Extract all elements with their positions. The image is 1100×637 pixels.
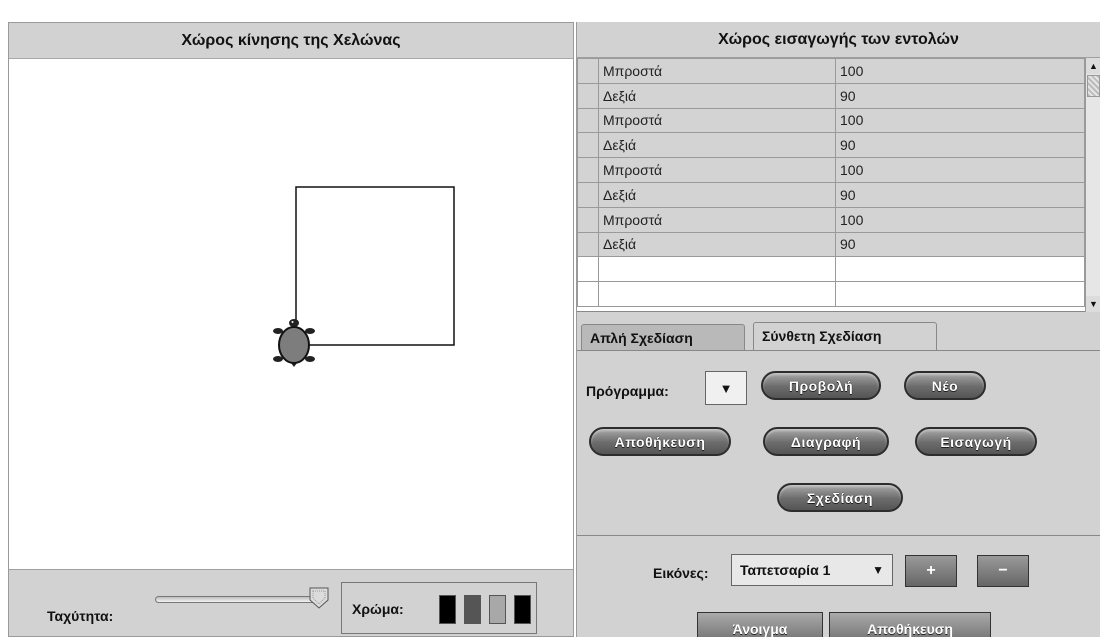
remove-image-button[interactable]: − xyxy=(977,555,1029,587)
turtle-icon xyxy=(273,319,315,367)
commands-title: Χώρος εισαγωγής των εντολών xyxy=(577,22,1100,58)
value-cell[interactable]: 90 xyxy=(835,231,1085,258)
table-row-empty[interactable] xyxy=(577,256,1085,283)
turtle-area-panel: Χώρος κίνησης της Χελώνας Ταχύτητα: Χρώμ… xyxy=(8,22,574,637)
images-select-value: Ταπετσαρία 1 xyxy=(740,562,831,578)
scroll-down-icon[interactable]: ▼ xyxy=(1086,296,1100,312)
table-row-empty[interactable] xyxy=(577,281,1085,307)
row-header[interactable] xyxy=(577,281,599,307)
row-header[interactable] xyxy=(577,181,599,208)
table-row[interactable]: Δεξιά 90 xyxy=(577,181,1085,208)
value-cell[interactable]: 100 xyxy=(835,58,1085,84)
row-header[interactable] xyxy=(577,82,599,109)
value-cell[interactable] xyxy=(835,281,1085,307)
command-cell[interactable]: Μπροστά xyxy=(598,107,836,134)
commands-table-area: Μπροστά 100 Δεξιά 90 Μπροστά 100 Δεξιά 90 Μπροστ… xyxy=(577,58,1100,312)
speed-color-bar: Ταχύτητα: Χρώμα: xyxy=(9,569,573,636)
dropdown-arrow-icon: ▼ xyxy=(872,563,884,577)
compound-drawing-content: Πρόγραμμα: ▼ Προβολή Νέο Αποθήκευση Διαγ… xyxy=(577,351,1100,535)
value-cell[interactable]: 100 xyxy=(835,157,1085,183)
commands-panel: Χώρος εισαγωγής των εντολών Μπροστά 100 Δε… xyxy=(576,22,1100,637)
table-row[interactable]: Μπροστά 100 xyxy=(577,58,1085,84)
command-cell[interactable]: Δεξιά xyxy=(598,231,836,258)
table-row[interactable]: Δεξιά 90 xyxy=(577,132,1085,159)
color-swatch-dark-gray[interactable] xyxy=(464,595,481,624)
new-button[interactable]: Νέο xyxy=(904,371,986,400)
view-button[interactable]: Προβολή xyxy=(761,371,881,400)
color-picker: Χρώμα: xyxy=(341,582,537,634)
images-label: Εικόνες: xyxy=(653,565,709,581)
command-cell[interactable]: Μπροστά xyxy=(598,206,836,233)
commands-table: Μπροστά 100 Δεξιά 90 Μπροστά 100 Δεξιά 90 Μπροστ… xyxy=(577,58,1085,307)
scroll-up-icon[interactable]: ▲ xyxy=(1086,58,1100,74)
value-cell[interactable]: 90 xyxy=(835,132,1085,159)
turtle-area-title: Χώρος κίνησης της Χελώνας xyxy=(9,23,573,59)
save-image-button[interactable]: Αποθήκευση xyxy=(829,612,991,637)
drawing-tabs: Απλή Σχεδίαση Σύνθετη Σχεδίαση xyxy=(577,320,1100,350)
table-row[interactable]: Δεξιά 90 xyxy=(577,231,1085,258)
table-row[interactable]: Μπροστά 100 xyxy=(577,157,1085,183)
row-header[interactable] xyxy=(577,107,599,134)
row-header[interactable] xyxy=(577,157,599,183)
speed-slider[interactable] xyxy=(155,596,317,603)
color-label: Χρώμα: xyxy=(352,601,404,617)
table-row[interactable]: Δεξιά 90 xyxy=(577,82,1085,109)
value-cell[interactable]: 100 xyxy=(835,107,1085,134)
command-cell[interactable]: Δεξιά xyxy=(598,132,836,159)
value-cell[interactable]: 90 xyxy=(835,181,1085,208)
add-image-button[interactable]: + xyxy=(905,555,957,587)
command-cell[interactable]: Δεξιά xyxy=(598,181,836,208)
images-select[interactable]: Ταπετσαρία 1 ▼ xyxy=(731,554,893,586)
value-cell[interactable]: 90 xyxy=(835,82,1085,109)
drawing-canvas[interactable] xyxy=(9,60,573,568)
color-swatch-black-2[interactable] xyxy=(514,595,531,624)
table-row[interactable]: Μπροστά 100 xyxy=(577,107,1085,134)
row-header[interactable] xyxy=(577,206,599,233)
draw-button[interactable]: Σχεδίαση xyxy=(777,483,903,512)
value-cell[interactable]: 100 xyxy=(835,206,1085,233)
delete-button[interactable]: Διαγραφή xyxy=(763,427,889,456)
scrollbar-thumb[interactable] xyxy=(1087,75,1100,97)
tab-compound-drawing[interactable]: Σύνθετη Σχεδίαση xyxy=(753,322,937,350)
row-header[interactable] xyxy=(577,231,599,258)
row-header[interactable] xyxy=(577,58,599,84)
drawing-svg xyxy=(273,186,455,367)
program-label: Πρόγραμμα: xyxy=(586,383,669,399)
table-row[interactable]: Μπροστά 100 xyxy=(577,206,1085,233)
speed-label: Ταχύτητα: xyxy=(47,608,114,624)
program-dropdown[interactable]: ▼ xyxy=(705,371,747,405)
save-program-button[interactable]: Αποθήκευση xyxy=(589,427,731,456)
images-bar: Εικόνες: Ταπετσαρία 1 ▼ + − Άνοιγμα Αποθ… xyxy=(577,535,1100,637)
command-cell[interactable]: Δεξιά xyxy=(598,82,836,109)
row-header[interactable] xyxy=(577,256,599,283)
color-swatch-black[interactable] xyxy=(439,595,456,624)
import-button[interactable]: Εισαγωγή xyxy=(915,427,1037,456)
table-scrollbar[interactable]: ▲ ▼ xyxy=(1085,58,1100,312)
color-swatch-light-gray[interactable] xyxy=(489,595,506,624)
row-header[interactable] xyxy=(577,132,599,159)
command-cell[interactable]: Μπροστά xyxy=(598,58,836,84)
tab-simple-drawing[interactable]: Απλή Σχεδίαση xyxy=(581,324,745,350)
command-cell[interactable]: Μπροστά xyxy=(598,157,836,183)
drawn-square xyxy=(295,186,455,346)
value-cell[interactable] xyxy=(835,256,1085,283)
open-button[interactable]: Άνοιγμα xyxy=(697,612,823,637)
command-cell[interactable] xyxy=(598,281,836,307)
slider-thumb-icon[interactable] xyxy=(309,587,329,609)
dropdown-arrow-icon: ▼ xyxy=(719,380,733,396)
command-cell[interactable] xyxy=(598,256,836,283)
